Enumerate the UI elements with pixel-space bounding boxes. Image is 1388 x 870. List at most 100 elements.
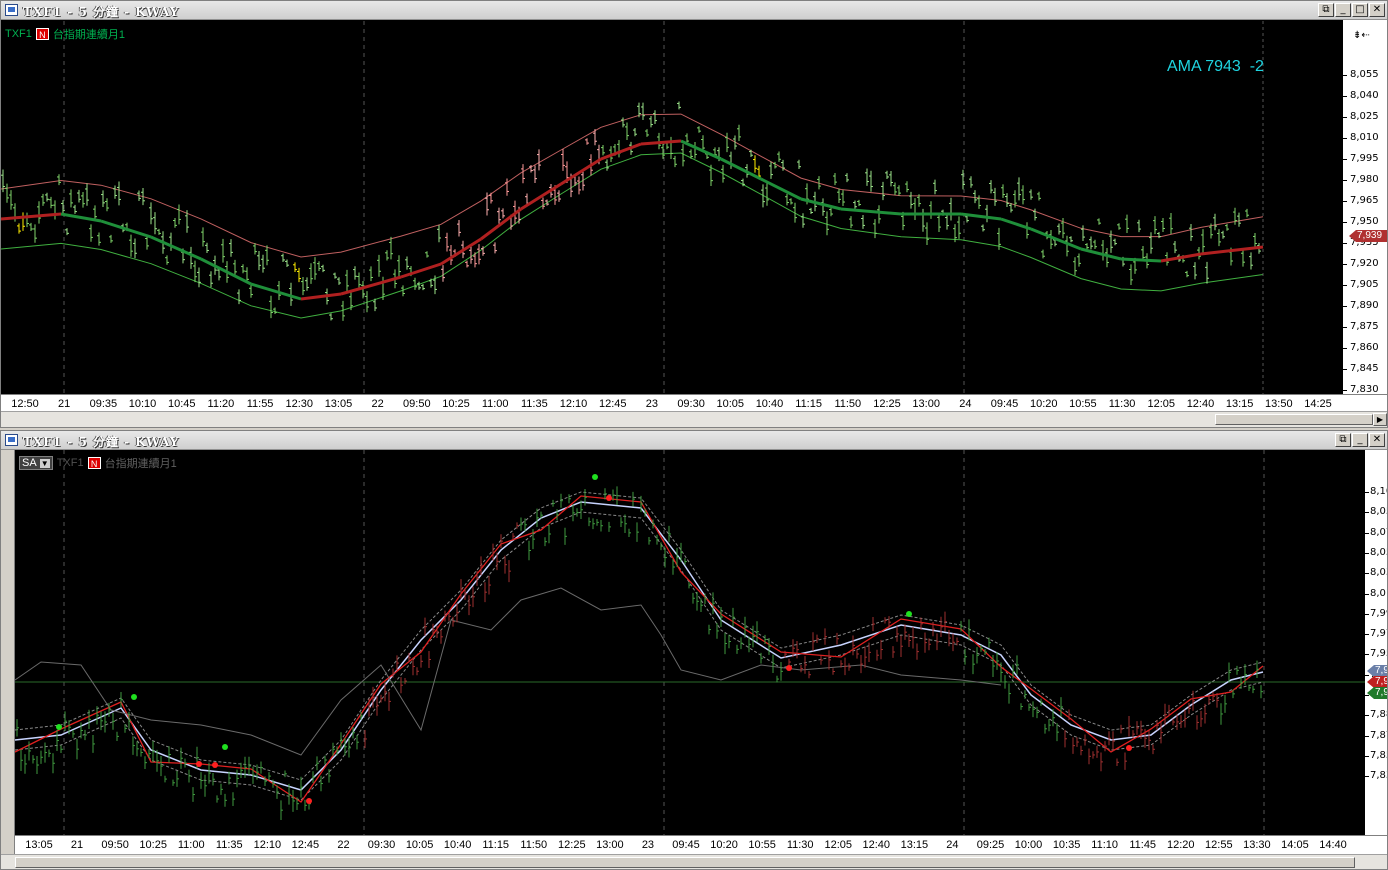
axis-pin-icon[interactable]: ⇟⇠ bbox=[1353, 30, 1370, 41]
x-axis-label: 13:00 bbox=[912, 398, 940, 410]
indicator-plot-area[interactable] bbox=[1, 450, 1365, 835]
buy-signal-dot bbox=[906, 611, 912, 617]
horizontal-scrollbar[interactable]: ▶ bbox=[1, 411, 1387, 427]
y-tick bbox=[1343, 75, 1347, 76]
window-titlebar[interactable]: TXF1 - 5 分鐘 - KWAY ⧉ _ □ ✕ bbox=[1, 1, 1387, 20]
y-axis-label: 7,950 bbox=[1350, 216, 1379, 227]
y-axis-label: 7,875 bbox=[1350, 321, 1379, 332]
x-axis-label: 23 bbox=[641, 839, 655, 851]
chart-legend: SA ▼ TXF1 N 台指期連續月1 bbox=[19, 455, 177, 471]
lower-band-line bbox=[1, 152, 1264, 319]
price-axis[interactable]: ⇟⇠ 8,055 8,040 8,025 8,010 7,995 7,980 7,965 7,… bbox=[1343, 20, 1387, 395]
y-axis-label: 7,860 bbox=[1350, 342, 1379, 353]
restore-button[interactable]: ⧉ bbox=[1335, 433, 1351, 447]
y-axis-label: 8,025 bbox=[1350, 111, 1379, 122]
x-axis-label: 12:25 bbox=[558, 839, 586, 851]
x-axis-label: 14:40 bbox=[1319, 839, 1347, 851]
x-axis-label: 21 bbox=[58, 398, 71, 410]
close-button[interactable]: ✕ bbox=[1369, 3, 1385, 17]
y-tick bbox=[1343, 243, 1347, 244]
x-axis-label: 12:45 bbox=[598, 398, 627, 410]
x-axis-label: 10:40 bbox=[755, 398, 784, 410]
x-axis-label: 10:55 bbox=[748, 839, 776, 851]
y-axis-label: 8,10 bbox=[1370, 486, 1387, 497]
strategy-selector[interactable]: SA ▼ bbox=[19, 456, 53, 470]
scrollbar-thumb[interactable] bbox=[15, 857, 1355, 868]
chart-window-top[interactable]: TXF1 - 5 分鐘 - KWAY ⧉ _ □ ✕ TXF1 N 台指期連續月… bbox=[0, 0, 1388, 428]
x-axis-label: 09:50 bbox=[403, 398, 431, 410]
y-tick bbox=[1343, 264, 1347, 265]
x-axis-label: 12:05 bbox=[824, 839, 852, 851]
y-axis-label: 8,07 bbox=[1370, 526, 1387, 538]
scrollbar-thumb[interactable] bbox=[1215, 414, 1373, 425]
x-axis-label: 11:00 bbox=[177, 839, 205, 851]
price-plot-area[interactable] bbox=[1, 1, 1343, 394]
y-tick bbox=[1343, 285, 1347, 286]
x-axis-label: 12:55 bbox=[1205, 839, 1233, 851]
x-axis-label: 13:30 bbox=[1243, 839, 1271, 851]
chart-window-bottom[interactable]: TXF1 - 5 分鐘 - KWAY ⧉ _ ✕ SA ▼ TXF1 N 台指期… bbox=[0, 430, 1388, 870]
chevron-down-icon[interactable]: ▼ bbox=[39, 458, 50, 468]
x-axis-label: 13:05 bbox=[324, 398, 353, 410]
ama-line-segment bbox=[150, 235, 202, 261]
buy-signal-dot bbox=[592, 474, 598, 480]
x-axis-label: 24 bbox=[959, 398, 972, 410]
x-axis-label: 11:45 bbox=[1129, 839, 1157, 851]
maximize-button[interactable]: □ bbox=[1352, 3, 1368, 17]
horizontal-scrollbar[interactable] bbox=[1, 854, 1387, 869]
x-axis-label: 24 bbox=[946, 839, 959, 851]
chart-legend: TXF1 N 台指期連續月1 bbox=[5, 26, 125, 42]
legend-badge[interactable]: N bbox=[35, 28, 49, 40]
window-icon bbox=[5, 434, 18, 446]
minimize-button[interactable]: _ bbox=[1335, 3, 1351, 17]
time-axis[interactable]: 13:05 21 09:50 10:25 11:00 11:35 12:10 12:45 22 0… bbox=[15, 835, 1387, 854]
x-axis-label: 13:15 bbox=[1225, 398, 1254, 410]
window-titlebar[interactable]: TXF1 - 5 分鐘 - KWAY ⧉ _ ✕ bbox=[1, 431, 1387, 450]
window-title: TXF1 - 5 分鐘 - KWAY bbox=[23, 5, 180, 19]
strategy-selector-value: SA bbox=[22, 457, 37, 469]
y-tick bbox=[1365, 532, 1369, 534]
y-axis-label: 7,85 bbox=[1370, 749, 1387, 761]
x-axis-label: 09:25 bbox=[976, 839, 1005, 851]
x-axis-label: 11:15 bbox=[795, 398, 822, 410]
y-axis-label: 7,905 bbox=[1350, 279, 1379, 290]
x-axis-label: 10:55 bbox=[1069, 398, 1097, 410]
x-axis-label: 22 bbox=[371, 398, 384, 410]
y-axis-label: 8,03 bbox=[1370, 567, 1387, 579]
y-tick bbox=[1343, 390, 1347, 391]
x-axis-label: 12:20 bbox=[1166, 839, 1195, 851]
price-axis[interactable]: 8,108,058,078,058,038,017,997,977,957,92… bbox=[1365, 450, 1387, 835]
x-axis-label: 13:50 bbox=[1265, 398, 1293, 410]
time-axis[interactable]: 12:50 21 09:35 10:10 10:45 11:20 11:55 12:30 13:… bbox=[1, 394, 1387, 411]
legend-name: 台指期連續月1 bbox=[104, 458, 177, 470]
y-tick bbox=[1343, 201, 1347, 202]
minimize-button[interactable]: _ bbox=[1352, 433, 1368, 447]
close-button[interactable]: ✕ bbox=[1369, 433, 1385, 447]
restore-button[interactable]: ⧉ bbox=[1318, 3, 1334, 17]
x-axis-label: 10:25 bbox=[442, 398, 470, 410]
ama-line-segment bbox=[1120, 257, 1162, 263]
y-axis-label: 7,965 bbox=[1350, 195, 1379, 206]
x-axis-label: 09:50 bbox=[101, 839, 129, 851]
legend-badge[interactable]: N bbox=[87, 457, 101, 469]
y-tick bbox=[1365, 492, 1369, 493]
x-axis-label: 11:30 bbox=[786, 839, 814, 851]
x-axis-label: 10:25 bbox=[139, 839, 167, 851]
sell-signal-dot bbox=[212, 762, 218, 768]
x-axis-label: 11:10 bbox=[1091, 839, 1118, 851]
y-tick bbox=[1343, 117, 1347, 118]
y-tick bbox=[1343, 96, 1347, 97]
x-axis-label: 12:10 bbox=[253, 839, 282, 851]
x-axis-label: 12:40 bbox=[1186, 398, 1215, 410]
y-tick bbox=[1343, 159, 1347, 160]
y-tick bbox=[1343, 348, 1347, 349]
sell-signal-dot bbox=[306, 798, 312, 804]
x-axis-label: 11:35 bbox=[215, 839, 243, 851]
y-tick bbox=[1365, 674, 1369, 676]
x-axis-label: 12:30 bbox=[285, 398, 314, 410]
y-tick bbox=[1343, 369, 1347, 370]
y-tick bbox=[1343, 138, 1347, 139]
ama-line-segment bbox=[840, 207, 902, 216]
y-tick bbox=[1343, 222, 1347, 223]
scroll-right-button[interactable]: ▶ bbox=[1373, 413, 1387, 426]
